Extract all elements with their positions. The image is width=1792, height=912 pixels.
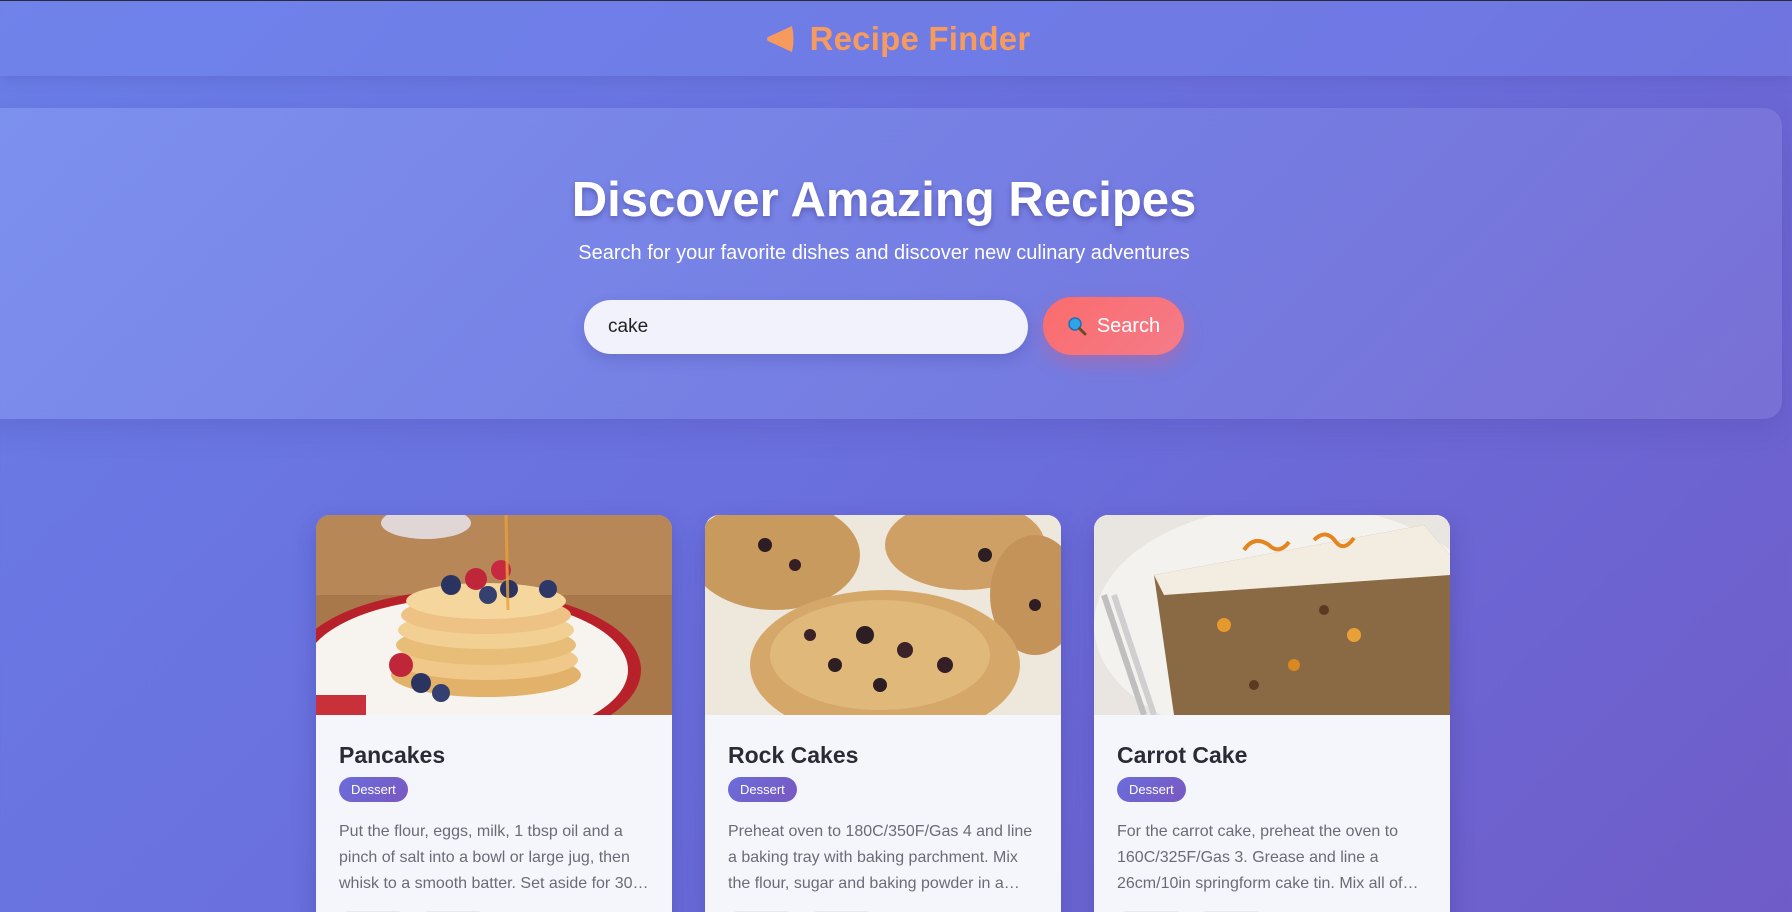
category-badge: Dessert (1117, 777, 1186, 802)
search-button[interactable]: Search (1043, 297, 1184, 355)
recipe-card-carrot-cake[interactable]: Carrot Cake Dessert For the carrot cake,… (1094, 515, 1450, 912)
recipe-title[interactable]: Pancakes (339, 742, 445, 769)
pizza-slice-icon (762, 22, 796, 56)
recipe-description: Put the flour, eggs, milk, 1 tbsp oil an… (339, 823, 633, 892)
search-input[interactable] (584, 300, 1028, 354)
recipe-description: Preheat oven to 180C/350F/Gas 4 and line… (728, 823, 1033, 892)
hero-title: Discover Amazing Recipes (571, 173, 1197, 227)
recipe-card-rock-cakes[interactable]: Rock Cakes Dessert Preheat oven to 180C/… (705, 515, 1061, 912)
recipe-description: For the carrot cake, preheat the oven to… (1117, 823, 1403, 892)
brand-name[interactable]: Recipe Finder (810, 20, 1031, 58)
recipe-card-pancakes[interactable]: Pancakes Dessert Put the flour, eggs, mi… (316, 515, 672, 912)
category-badge: Dessert (339, 777, 408, 802)
recipe-title[interactable]: Rock Cakes (728, 742, 858, 769)
top-bar: Recipe Finder (0, 0, 1792, 76)
category-badge: Dessert (728, 777, 797, 802)
rock-cakes-image (705, 515, 1061, 715)
hero-subtitle: Search for your favorite dishes and disc… (578, 242, 1190, 264)
recipe-title[interactable]: Carrot Cake (1117, 742, 1247, 769)
magnifier-icon (1067, 316, 1087, 336)
pancakes-image (316, 515, 672, 715)
carrot-cake-image (1094, 515, 1450, 715)
search-button-label: Search (1096, 314, 1161, 337)
